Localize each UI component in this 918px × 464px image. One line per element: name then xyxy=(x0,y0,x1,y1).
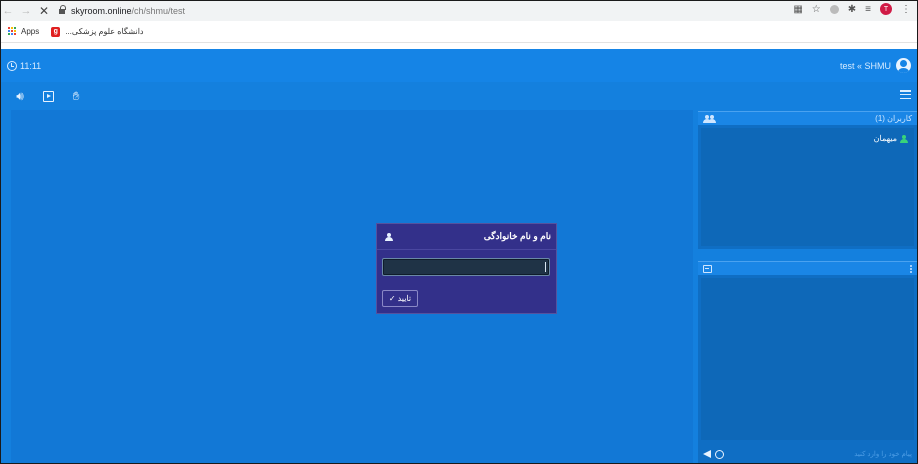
speaker-icon[interactable]: 🔊︎ xyxy=(13,89,27,103)
list-item[interactable]: میهمان xyxy=(874,134,908,143)
skyroom-app: 11:11 test « SHMU 🔊︎ ✋︎ کاربران (1) میهم… xyxy=(1,49,917,463)
university-bookmark[interactable]: دانشگاه علوم پزشکی... xyxy=(65,27,143,36)
puzzle-icon[interactable]: ✱ xyxy=(848,4,856,15)
apps-grid-icon[interactable] xyxy=(8,27,17,36)
room-info: test « SHMU xyxy=(840,58,911,73)
url-path: /ch/shmu/test xyxy=(131,6,186,16)
chat-messages xyxy=(701,278,914,440)
university-favicon-icon: g xyxy=(51,26,61,37)
main-stage xyxy=(11,110,693,463)
user-name: میهمان xyxy=(873,134,897,143)
bookmarks-bar: Apps g دانشگاه علوم پزشکی... xyxy=(1,21,917,43)
person-icon xyxy=(385,232,393,241)
users-panel: کاربران (1) میهمان xyxy=(698,111,917,249)
confirm-label: تایید xyxy=(397,294,412,303)
users-list: میهمان xyxy=(701,128,914,246)
chat-panel: پیام خود را وارد کنید xyxy=(698,261,917,463)
room-title: test « SHMU xyxy=(839,60,891,71)
dialog-title: نام و نام خانوادگی xyxy=(483,231,551,241)
name-input[interactable] xyxy=(382,258,550,276)
hamburger-icon[interactable] xyxy=(900,90,911,99)
lock-icon xyxy=(59,4,66,15)
app-topbar: 11:11 test « SHMU xyxy=(1,49,917,82)
check-icon: ✓ xyxy=(388,294,396,303)
chat-input-bar: پیام خود را وارد کنید xyxy=(698,442,917,463)
name-dialog: نام و نام خانوادگی ✓ تایید xyxy=(376,223,557,314)
url-field[interactable]: skyroom.online/ch/shmu/test xyxy=(59,4,186,16)
clock-icon xyxy=(7,60,17,71)
kebab-icon[interactable] xyxy=(910,264,912,273)
media-toolbar: 🔊︎ ✋︎ xyxy=(1,82,917,110)
users-panel-header: کاربران (1) xyxy=(698,112,917,125)
user-circle-icon[interactable] xyxy=(896,58,911,73)
browser-address-bar: ← → ✕ skyroom.online/ch/shmu/test ▦ ☆ ✱ … xyxy=(1,1,917,21)
users-panel-title: کاربران (1) xyxy=(875,114,912,123)
profile-avatar[interactable]: T xyxy=(880,3,892,15)
dialog-header: نام و نام خانوادگی xyxy=(377,224,556,250)
clock: 11:11 xyxy=(7,60,42,71)
forward-icon[interactable]: → xyxy=(19,3,33,19)
smile-icon[interactable] xyxy=(715,449,724,459)
chat-input[interactable]: پیام خود را وارد کنید xyxy=(728,450,912,458)
url-host: skyroom.online xyxy=(71,6,132,16)
send-icon[interactable] xyxy=(703,450,711,458)
extension-icon[interactable] xyxy=(829,4,839,14)
play-box-icon[interactable] xyxy=(41,89,55,103)
users-group-icon xyxy=(703,114,716,123)
playlist-icon[interactable]: ≡ xyxy=(865,4,871,15)
star-icon[interactable]: ☆ xyxy=(812,4,821,15)
apps-bookmark[interactable]: Apps xyxy=(21,27,39,36)
chat-icon xyxy=(703,264,712,273)
close-icon[interactable]: ✕ xyxy=(37,3,51,19)
clock-time: 11:11 xyxy=(20,60,42,71)
hand-icon[interactable]: ✋︎ xyxy=(69,89,83,103)
confirm-button[interactable]: ✓ تایید xyxy=(382,290,418,307)
translate-icon[interactable]: ▦ xyxy=(793,4,802,15)
menu-dots-icon[interactable]: ⋮ xyxy=(901,4,911,15)
screenshot-frame: ← → ✕ skyroom.online/ch/shmu/test ▦ ☆ ✱ … xyxy=(0,0,918,464)
back-icon[interactable]: ← xyxy=(1,3,15,19)
browser-extensions: ▦ ☆ ✱ ≡ T ⋮ xyxy=(793,3,911,15)
person-icon xyxy=(900,134,908,143)
chat-panel-header xyxy=(698,262,917,275)
